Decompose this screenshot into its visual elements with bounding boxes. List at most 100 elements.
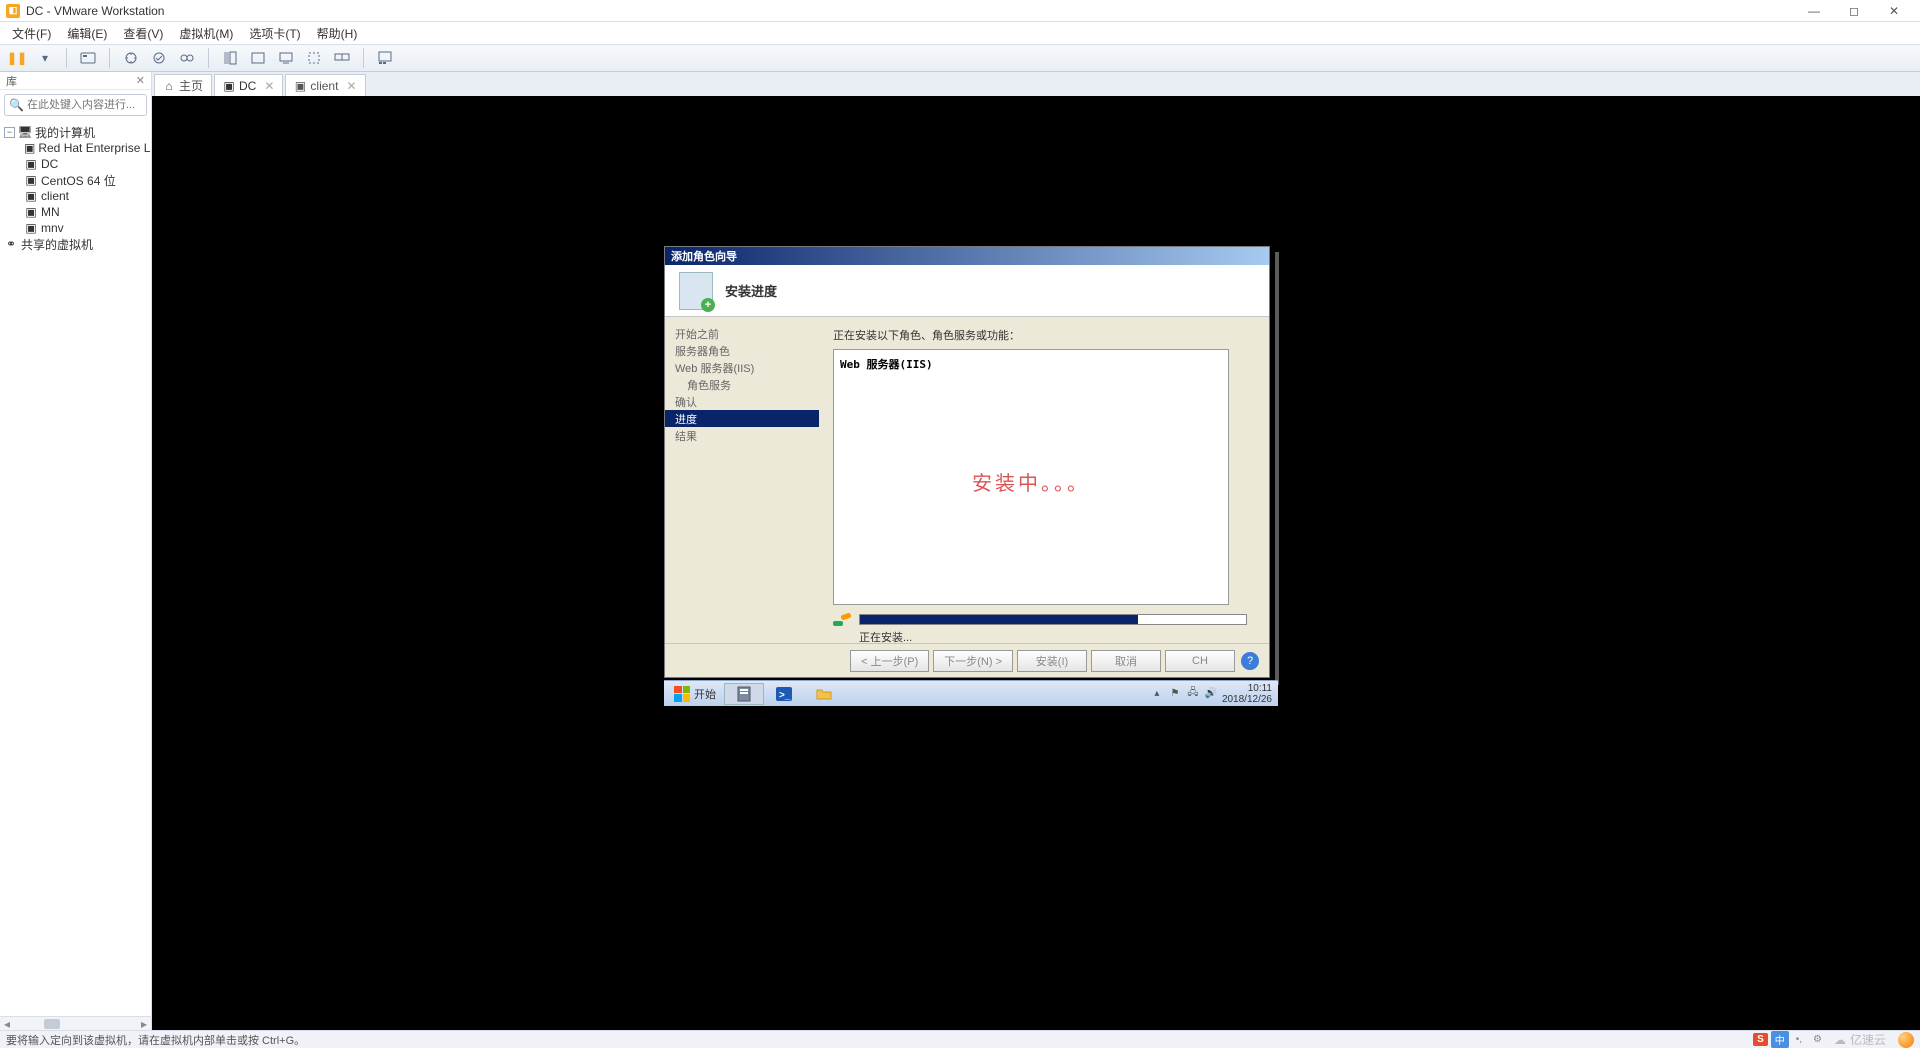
fullscreen-icon[interactable]: [219, 47, 241, 69]
tree-shared-vms[interactable]: ⚭ 共享的虚拟机: [4, 236, 147, 252]
menubar: 文件(F) 编辑(E) 查看(V) 虚拟机(M) 选项卡(T) 帮助(H): [0, 22, 1920, 44]
menu-tabs[interactable]: 选项卡(T): [243, 23, 306, 44]
tree-root-mycomputer[interactable]: − 🖥 我的计算机: [4, 124, 147, 140]
wizard-shadow: [1275, 252, 1279, 685]
sidebar-header: 库 ✕: [0, 72, 151, 90]
monitor-icon: 🖥: [18, 126, 32, 138]
vm-icon: ▣: [24, 190, 38, 202]
tree-item-mnv[interactable]: ▣mnv: [24, 220, 147, 236]
nav-role-services[interactable]: 角色服务: [665, 376, 819, 393]
scroll-left-icon[interactable]: ◂: [0, 1017, 14, 1031]
tree-item-dc[interactable]: ▣DC: [24, 156, 147, 172]
power-dropdown[interactable]: ▾: [34, 47, 56, 69]
menu-vm[interactable]: 虚拟机(M): [173, 23, 239, 44]
server-role-icon: [679, 272, 713, 310]
tab-close-icon[interactable]: ✕: [346, 79, 356, 93]
taskbar-powershell[interactable]: >_: [764, 683, 804, 705]
tab-bar: ⌂ 主页 ▣ DC ✕ ▣ client ✕: [152, 72, 1920, 96]
tab-label: client: [310, 79, 338, 93]
app-icon: ◧: [6, 4, 20, 18]
sidebar-search[interactable]: 🔍 ▾: [4, 94, 147, 116]
tree-item-label: CentOS 64 位: [41, 172, 116, 189]
nav-before[interactable]: 开始之前: [665, 325, 819, 342]
maximize-button[interactable]: ◻: [1834, 1, 1874, 21]
ime-indicator[interactable]: S 中 •, ⚙: [1753, 1031, 1826, 1048]
tray-up-icon[interactable]: ▴: [1150, 687, 1164, 701]
nav-iis[interactable]: Web 服务器(IIS): [665, 359, 819, 376]
menu-file[interactable]: 文件(F): [6, 23, 57, 44]
prev-button[interactable]: < 上一步(P): [850, 650, 929, 672]
device-orb-icon[interactable]: [1898, 1032, 1914, 1048]
cancel-button[interactable]: 取消: [1091, 650, 1161, 672]
nav-server-roles[interactable]: 服务器角色: [665, 342, 819, 359]
language-indicator[interactable]: CH: [1165, 650, 1235, 672]
sidebar-close-icon[interactable]: ✕: [136, 74, 145, 87]
tree-root-label: 我的计算机: [35, 124, 95, 141]
nav-result[interactable]: 结果: [665, 427, 819, 444]
vm-icon: ▣: [24, 142, 35, 154]
snapshot-icon[interactable]: [120, 47, 142, 69]
scroll-thumb[interactable]: [44, 1019, 60, 1029]
tree-item-label: Red Hat Enterprise L: [38, 141, 150, 155]
minimize-button[interactable]: —: [1794, 1, 1834, 21]
scroll-right-icon[interactable]: ▸: [137, 1017, 151, 1031]
install-service-iis: Web 服务器(IIS): [840, 356, 1222, 372]
sidebar-scrollbar[interactable]: ◂ ▸: [0, 1016, 151, 1030]
titlebar: ◧ DC - VMware Workstation — ◻ ✕: [0, 0, 1920, 22]
shared-icon: ⚭: [4, 238, 18, 250]
tree-item-client[interactable]: ▣client: [24, 188, 147, 204]
tab-close-icon[interactable]: ✕: [264, 79, 274, 93]
watermark: ☁ 亿速云: [1834, 1031, 1886, 1048]
taskbar-server-manager[interactable]: [724, 683, 764, 705]
nav-progress[interactable]: 进度: [665, 410, 819, 427]
thumbnail-bar-icon[interactable]: [374, 47, 396, 69]
toolbar: ❚❚ ▾: [0, 44, 1920, 72]
tab-home[interactable]: ⌂ 主页: [154, 74, 212, 96]
menu-help[interactable]: 帮助(H): [311, 23, 364, 44]
snapshot-manager-icon[interactable]: [176, 47, 198, 69]
tray-time: 10:11: [1222, 683, 1272, 694]
tree-item-mn[interactable]: ▣MN: [24, 204, 147, 220]
send-ctrlaltdel-icon[interactable]: [77, 47, 99, 69]
tree-item-label: MN: [41, 205, 60, 219]
vm-icon: ▣: [24, 174, 38, 186]
tree-item-redhat[interactable]: ▣Red Hat Enterprise L: [24, 140, 147, 156]
snapshot-revert-icon[interactable]: [148, 47, 170, 69]
pause-button[interactable]: ❚❚: [6, 47, 28, 69]
menu-view[interactable]: 查看(V): [117, 23, 169, 44]
tray-clock[interactable]: 10:11 2018/12/26: [1222, 683, 1272, 705]
install-button[interactable]: 安装(I): [1017, 650, 1087, 672]
start-label: 开始: [694, 686, 716, 702]
flag-icon[interactable]: ⚑: [1168, 687, 1182, 701]
statusbar: 要将输入定向到该虚拟机，请在虚拟机内部单击或按 Ctrl+G。 S 中 •, ⚙…: [0, 1030, 1920, 1048]
menu-edit[interactable]: 编辑(E): [61, 23, 113, 44]
wizard-title-text: 添加角色向导: [671, 248, 737, 264]
svg-text:>_: >_: [779, 690, 791, 701]
volume-icon[interactable]: 🔊: [1204, 687, 1218, 701]
close-button[interactable]: ✕: [1874, 1, 1914, 21]
collapse-icon[interactable]: −: [4, 127, 15, 138]
search-icon: 🔍: [9, 98, 24, 112]
vm-icon: ▣: [24, 158, 38, 170]
tab-dc[interactable]: ▣ DC ✕: [214, 74, 283, 96]
network-icon[interactable]: 🖧: [1186, 687, 1200, 701]
help-icon[interactable]: ?: [1241, 652, 1259, 670]
console-view-icon[interactable]: [275, 47, 297, 69]
start-button[interactable]: 开始: [666, 683, 724, 705]
vm-console[interactable]: 添加角色向导 安装进度 开始之前 服务器角色 Web 服务器(IIS) 角色服务…: [152, 96, 1920, 1030]
windows-logo-icon: [674, 686, 690, 702]
watermark-text: 亿速云: [1850, 1031, 1886, 1048]
tree-item-centos[interactable]: ▣CentOS 64 位: [24, 172, 147, 188]
wizard-titlebar[interactable]: 添加角色向导: [665, 247, 1269, 265]
installing-annotation: 安装中。。。: [972, 467, 1090, 496]
unity-icon[interactable]: [247, 47, 269, 69]
ime-zhong-icon: 中: [1771, 1031, 1789, 1048]
next-button[interactable]: 下一步(N) >: [933, 650, 1013, 672]
search-input[interactable]: [27, 99, 169, 111]
tab-client[interactable]: ▣ client ✕: [285, 74, 365, 96]
nav-confirm[interactable]: 确认: [665, 393, 819, 410]
taskbar-explorer[interactable]: [804, 683, 844, 705]
content-area: ⌂ 主页 ▣ DC ✕ ▣ client ✕ 添加角色向导: [152, 72, 1920, 1030]
multiple-monitors-icon[interactable]: [331, 47, 353, 69]
stretch-icon[interactable]: [303, 47, 325, 69]
